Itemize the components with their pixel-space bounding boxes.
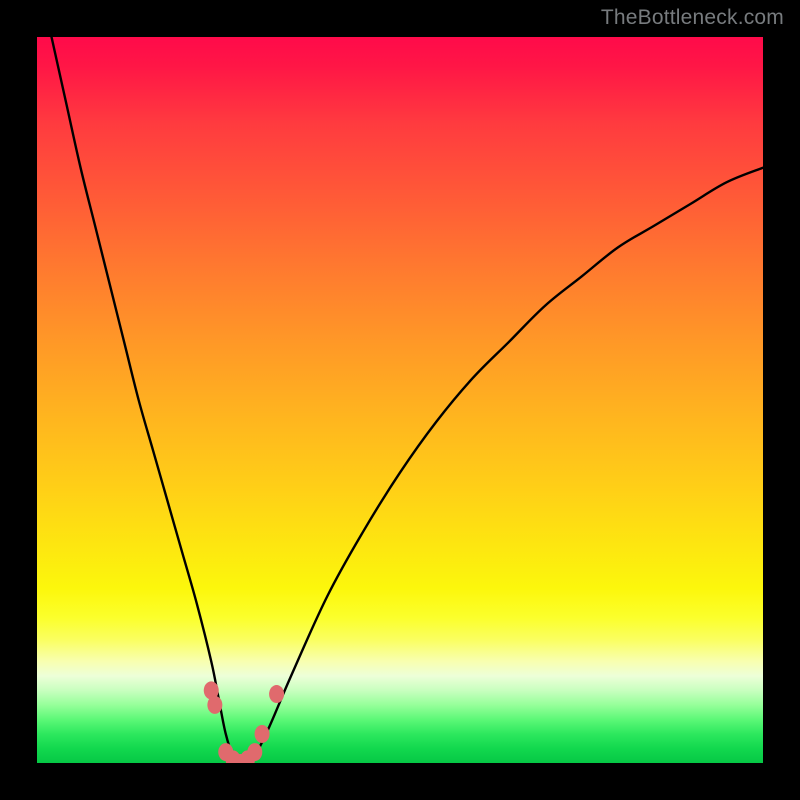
bottleneck-curve [52,37,763,763]
marker-point [269,685,284,703]
marker-point [255,725,270,743]
marker-point [207,696,222,714]
watermark-text: TheBottleneck.com [601,6,784,30]
chart-frame: TheBottleneck.com [0,0,800,800]
marker-point [247,743,262,761]
plot-area [37,37,763,763]
chart-svg [37,37,763,763]
